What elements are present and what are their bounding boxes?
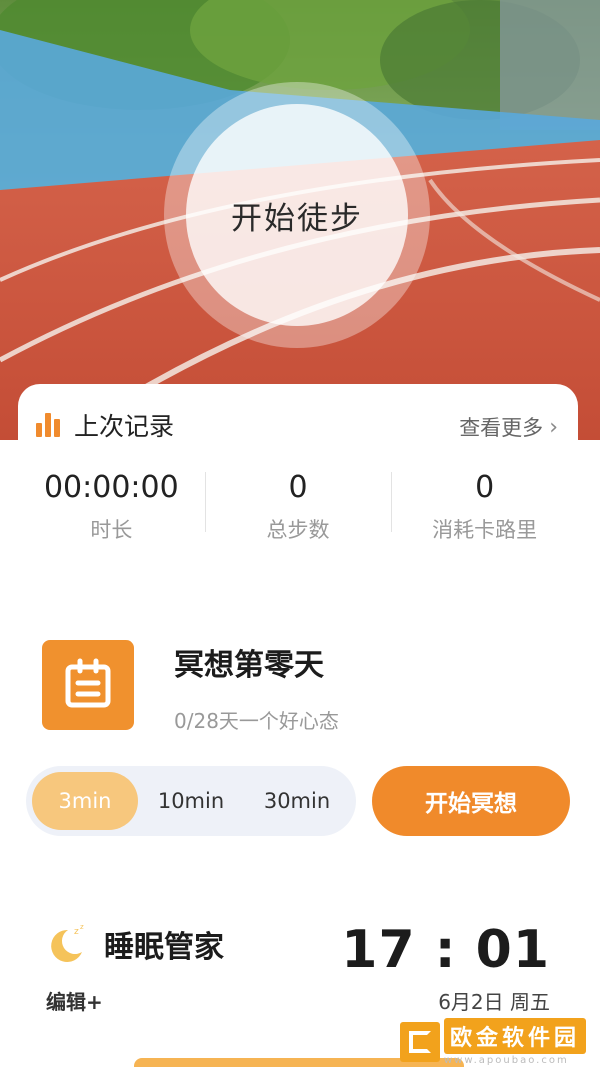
watermark: 欧金软件园 www.apoubao.com [400, 1018, 587, 1066]
record-title: 上次记录 [74, 412, 175, 441]
see-more-label: 查看更多 [459, 416, 544, 440]
sleep-title: 睡眠管家 [104, 930, 224, 965]
meditation-calendar-icon [42, 640, 134, 730]
see-more-link[interactable]: 查看更多 › [459, 412, 558, 442]
stat-label: 时长 [90, 518, 133, 542]
stat-value: 0 [475, 470, 495, 505]
duration-option-10min[interactable]: 10min [138, 772, 244, 830]
bar-chart-icon [36, 411, 64, 439]
start-hike-button[interactable]: 开始徒步 [164, 82, 430, 348]
hero-banner: 开始徒步 [0, 0, 600, 440]
stat-label: 总步数 [266, 518, 330, 542]
clock-time: 17 : 01 [341, 920, 550, 980]
stat-label: 消耗卡路里 [432, 518, 538, 542]
stat-steps: 0 总步数 [204, 468, 392, 558]
watermark-text: 欧金软件园 [444, 1018, 587, 1054]
duration-option-3min[interactable]: 3min [32, 772, 138, 830]
stat-calories: 0 消耗卡路里 [391, 468, 578, 558]
duration-selector: 3min 10min 30min [26, 766, 356, 836]
svg-text:z: z [74, 927, 79, 937]
screen: 开始徒步 上次记录 查看更多 › 00:00:00 时长 0 总步数 0 消耗卡… [0, 0, 600, 1067]
clock-date: 6月2日 周五 [438, 990, 550, 1014]
last-record-card: 上次记录 查看更多 › 00:00:00 时长 0 总步数 0 消耗卡路里 [18, 384, 578, 574]
stat-duration: 00:00:00 时长 [18, 468, 205, 558]
svg-text:z: z [80, 923, 84, 931]
meditation-subtitle: 0/28天一个好心态 [174, 709, 339, 733]
chevron-right-icon: › [549, 414, 558, 440]
stat-value: 0 [288, 470, 308, 505]
start-meditation-button[interactable]: 开始冥想 [372, 766, 570, 836]
record-header: 上次记录 [36, 408, 174, 442]
moon-icon: z z [51, 923, 84, 962]
stat-value: 00:00:00 [43, 470, 179, 505]
record-stats: 00:00:00 时长 0 总步数 0 消耗卡路里 [18, 468, 578, 558]
meditation-title: 冥想第零天 [174, 648, 324, 683]
start-hike-label: 开始徒步 [186, 104, 408, 326]
edit-sleep-button[interactable]: 编辑+ [46, 986, 103, 1015]
duration-option-30min[interactable]: 30min [244, 772, 350, 830]
watermark-logo-icon [400, 1022, 440, 1062]
watermark-url: www.apoubao.com [444, 1055, 569, 1066]
